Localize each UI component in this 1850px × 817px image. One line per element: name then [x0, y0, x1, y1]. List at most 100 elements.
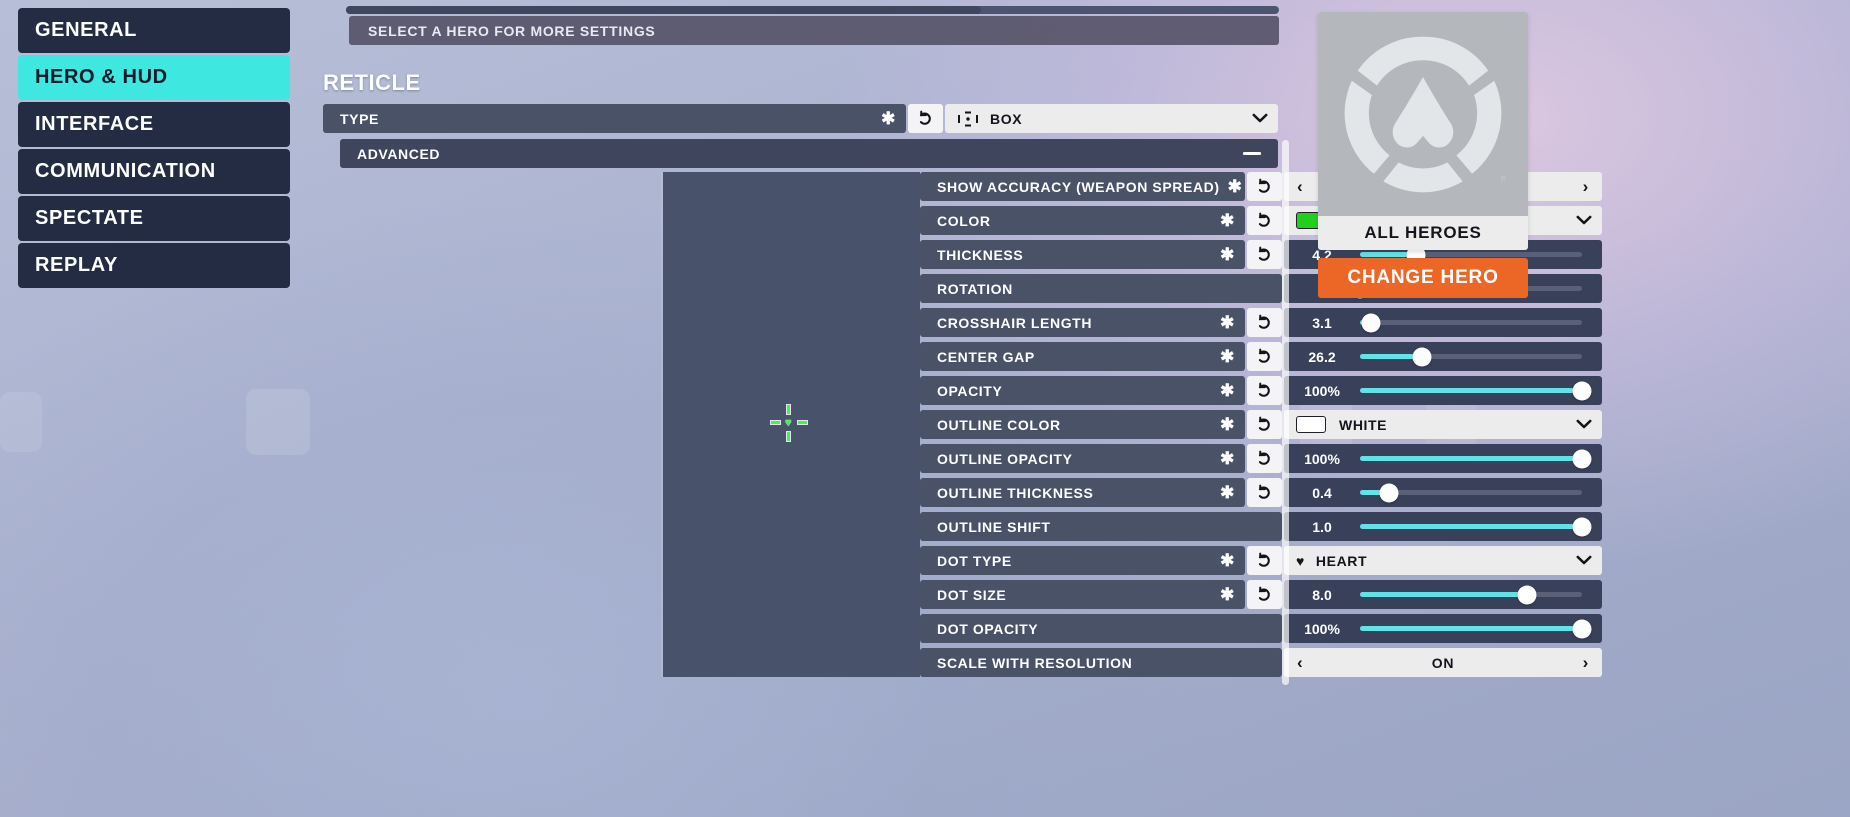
favorite-star-icon[interactable]: ✱ [1220, 348, 1235, 365]
slider-knob[interactable] [1572, 449, 1592, 468]
slider-opacity[interactable]: 100% [1284, 376, 1602, 405]
reset-button-outline-opacity[interactable] [1247, 444, 1282, 473]
hero-portrait: ® [1318, 12, 1528, 216]
sidebar-item-replay[interactable]: REPLAY [18, 243, 290, 288]
setting-label-text: TYPE [340, 110, 379, 127]
sidebar-item-label: REPLAY [35, 254, 118, 276]
dropdown-reticle-type[interactable]: BOX [945, 104, 1278, 133]
reset-button-thickness[interactable] [1247, 240, 1282, 269]
vertical-scrollbar[interactable] [1282, 140, 1289, 685]
sidebar-item-label: SPECTATE [35, 207, 144, 229]
slider-knob[interactable] [1572, 619, 1592, 638]
setting-row-outline-shift: OUTLINE SHIFT 1.0 [920, 512, 1602, 541]
sidebar-item-communication[interactable]: COMMUNICATION [18, 149, 290, 194]
slider-knob[interactable] [1412, 347, 1432, 366]
slider-knob[interactable] [1572, 381, 1592, 400]
slider-knob[interactable] [1517, 585, 1536, 604]
slider-knob[interactable] [1361, 313, 1381, 332]
reset-button-type[interactable] [908, 104, 943, 133]
setting-label-dot-opacity: DOT OPACITY [920, 614, 1282, 643]
slider-outline-shift[interactable]: 1.0 [1284, 512, 1602, 541]
slider-track[interactable] [1360, 585, 1582, 604]
sidebar-item-label: INTERFACE [35, 113, 154, 135]
reset-button-color[interactable] [1247, 206, 1282, 235]
advanced-group-header[interactable]: ADVANCED [340, 139, 1278, 168]
page-title: RETICLE [323, 70, 421, 95]
favorite-star-icon[interactable]: ✱ [1220, 552, 1235, 569]
slider-track[interactable] [1360, 619, 1592, 638]
crosshair-segment-bottom [787, 432, 790, 441]
sidebar-item-spectate[interactable]: SPECTATE [18, 196, 290, 241]
slider-track[interactable] [1360, 347, 1582, 366]
collapse-minus-icon[interactable] [1243, 152, 1261, 155]
favorite-star-icon[interactable]: ✱ [1220, 586, 1235, 603]
reset-button-outline-thickness[interactable] [1247, 478, 1282, 507]
slider-track[interactable] [1360, 381, 1592, 400]
favorite-star-icon[interactable]: ✱ [1220, 484, 1235, 501]
select-hero-banner[interactable]: SELECT A HERO FOR MORE SETTINGS [349, 16, 1279, 45]
crosshair-segment-right [798, 421, 807, 424]
favorite-star-icon[interactable]: ✱ [1220, 212, 1235, 229]
hero-selection-panel: ® ALL HEROES CHANGE HERO [1318, 12, 1528, 298]
sidebar-item-label: GENERAL [35, 19, 137, 41]
setting-label-dot-type: DOT TYPE ✱ [920, 546, 1245, 575]
setting-label-show-accuracy-weapon-spread: SHOW ACCURACY (WEAPON SPREAD) ✱ [920, 172, 1245, 201]
favorite-star-icon[interactable]: ✱ [1220, 246, 1235, 263]
slider-track[interactable] [1360, 449, 1592, 468]
sidebar-item-interface[interactable]: INTERFACE [18, 102, 290, 147]
setting-label-text: OUTLINE SHIFT [937, 518, 1051, 535]
slider-crosshair-length[interactable]: 3.1 [1284, 308, 1602, 337]
favorite-star-icon[interactable]: ✱ [1220, 382, 1235, 399]
slider-track[interactable] [1360, 313, 1582, 332]
dropdown-value-dot-type: HEART [1315, 552, 1368, 569]
favorite-star-icon[interactable]: ✱ [1220, 416, 1235, 433]
sidebar-item-hero-hud[interactable]: HERO & HUD [18, 55, 290, 100]
slider-dot-opacity[interactable]: 100% [1284, 614, 1602, 643]
dropdown-outline-color[interactable]: WHITE [1284, 410, 1602, 439]
slider-fill [1360, 592, 1527, 597]
reset-button-outline-color[interactable] [1247, 410, 1282, 439]
slider-dot-size[interactable]: 8.0 [1284, 580, 1602, 609]
favorite-star-icon[interactable]: ✱ [1220, 314, 1235, 331]
reset-button-show-accuracy-weapon-spread[interactable] [1247, 172, 1282, 201]
overwatch-logo-icon [1344, 36, 1502, 193]
dropdown-dot-type[interactable]: ♥ HEART [1284, 546, 1602, 575]
slider-outline-opacity[interactable]: 100% [1284, 444, 1602, 473]
setting-label-text: COLOR [937, 212, 991, 229]
chevron-down-icon[interactable] [1576, 417, 1592, 432]
slider-value-outline-opacity: 100% [1304, 450, 1340, 467]
reset-button-center-gap[interactable] [1247, 342, 1282, 371]
box-reticle-icon [957, 111, 979, 127]
chevron-down-icon[interactable] [1252, 111, 1268, 126]
setting-label-text: CROSSHAIR LENGTH [937, 314, 1093, 331]
favorite-star-icon[interactable]: ✱ [1228, 178, 1243, 195]
slider-track[interactable] [1360, 483, 1582, 502]
reset-button-dot-size[interactable] [1247, 580, 1282, 609]
setting-label-text: CENTER GAP [937, 348, 1035, 365]
horizontal-scrollbar-thumb[interactable] [346, 6, 981, 14]
crosshair-heart-dot-icon: ♥ [785, 417, 792, 429]
slider-fill [1360, 626, 1582, 631]
hero-card[interactable]: ® ALL HEROES [1318, 12, 1528, 250]
slider-center-gap[interactable]: 26.2 [1284, 342, 1602, 371]
slider-outline-thickness[interactable]: 0.4 [1284, 478, 1602, 507]
chevron-down-icon[interactable] [1576, 553, 1592, 568]
slider-track[interactable] [1360, 517, 1592, 536]
chevron-down-icon[interactable] [1576, 213, 1592, 228]
reset-button-crosshair-length[interactable] [1247, 308, 1282, 337]
chevron-right-icon[interactable]: › [1583, 653, 1589, 673]
change-hero-button[interactable]: CHANGE HERO [1318, 258, 1528, 298]
slider-knob[interactable] [1379, 483, 1399, 502]
stepper-scale-with-resolution[interactable]: ‹ ON › [1284, 648, 1602, 677]
reset-button-opacity[interactable] [1247, 376, 1282, 405]
slider-knob[interactable] [1572, 517, 1592, 536]
reset-button-dot-type[interactable] [1247, 546, 1282, 575]
vertical-scrollbar-thumb[interactable] [1282, 140, 1289, 685]
favorite-star-icon[interactable]: ✱ [881, 110, 896, 127]
chevron-right-icon[interactable]: › [1583, 177, 1589, 197]
setting-label-text: SHOW ACCURACY (WEAPON SPREAD) [937, 178, 1220, 195]
favorite-star-icon[interactable]: ✱ [1220, 450, 1235, 467]
sidebar-item-general[interactable]: GENERAL [18, 8, 290, 53]
horizontal-scrollbar[interactable] [346, 6, 1279, 14]
setting-label-text: OUTLINE OPACITY [937, 450, 1073, 467]
